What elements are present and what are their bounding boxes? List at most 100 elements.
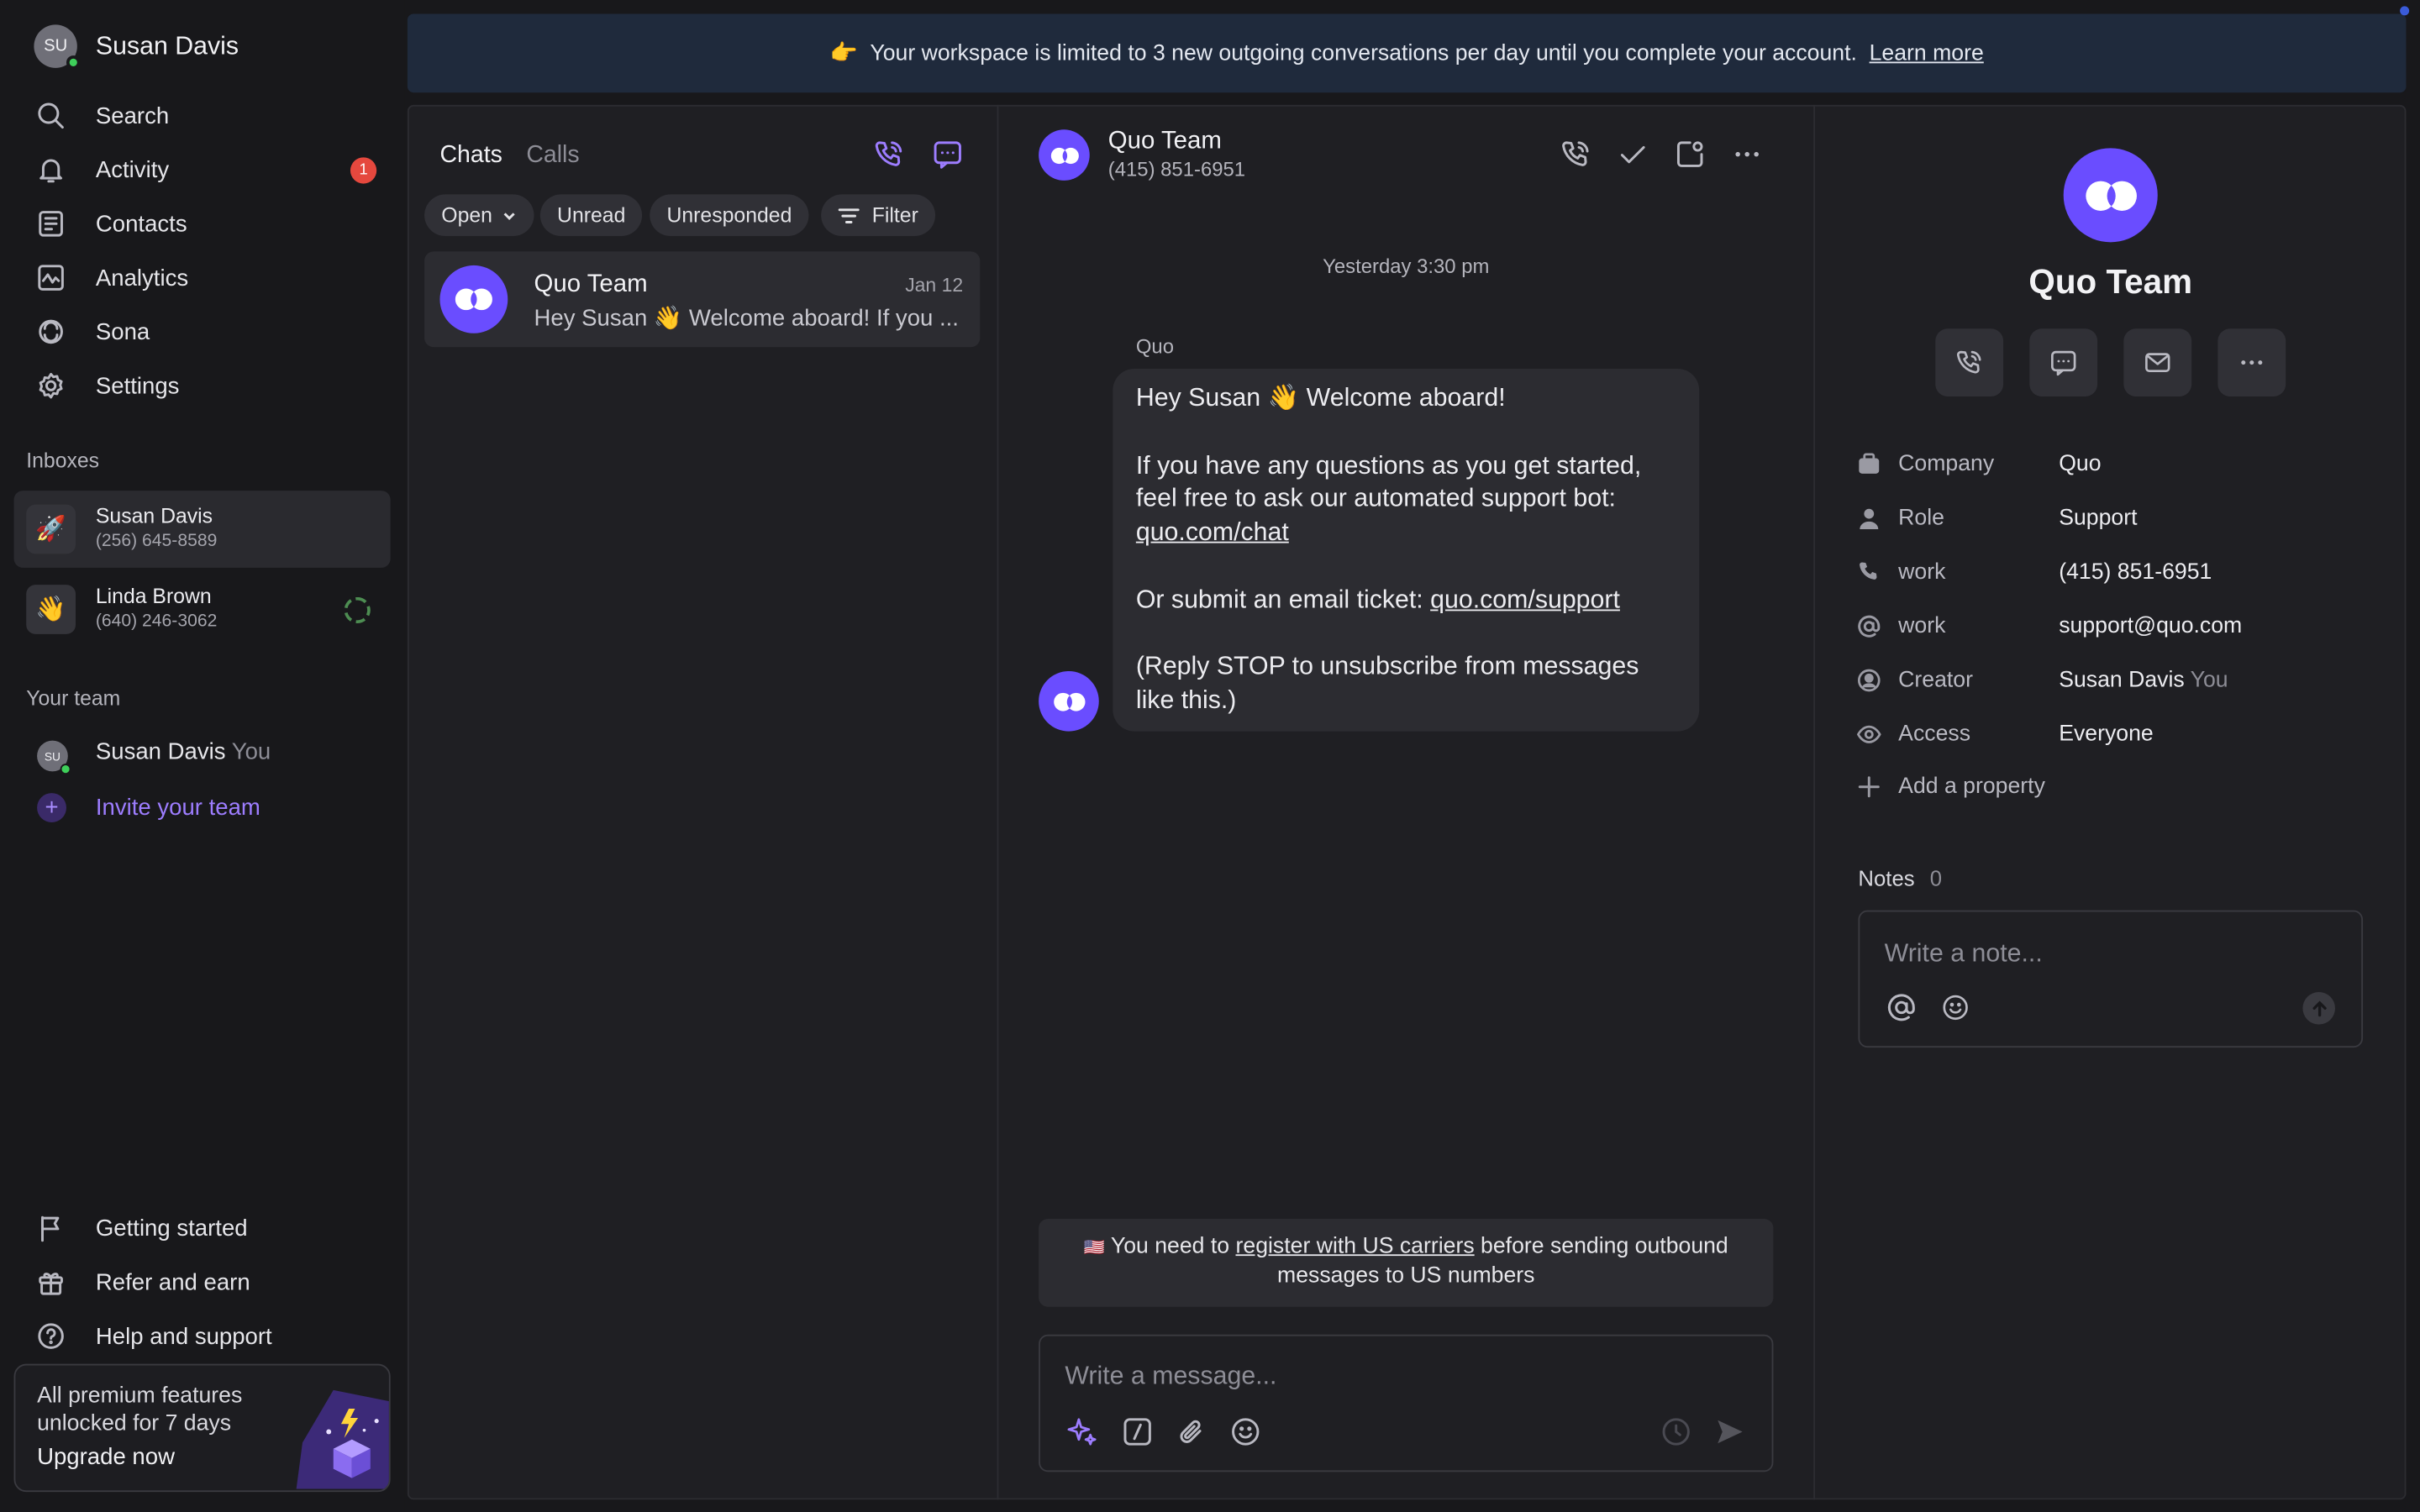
property-value[interactable]: Susan Davis You	[2059, 668, 2228, 692]
filter-icon	[838, 206, 860, 224]
message-input[interactable]	[1065, 1359, 1744, 1394]
new-message-icon[interactable]	[931, 137, 965, 171]
nav-item-help[interactable]: Help and support	[24, 1311, 382, 1361]
conversation-row[interactable]: Quo Team Jan 12 Hey Susan 👋 Welcome aboa…	[424, 251, 981, 348]
schedule-clock-icon[interactable]	[1659, 1415, 1692, 1448]
team-heading: Your team	[26, 686, 121, 710]
ai-sparkle-icon[interactable]	[1065, 1415, 1098, 1448]
note-input[interactable]	[1884, 936, 2333, 971]
us-flag-icon: 🇺🇸	[1083, 1238, 1105, 1257]
message-sender: Quo	[1135, 334, 1174, 359]
contact-email-button[interactable]	[2123, 328, 2192, 397]
plus-icon: +	[37, 793, 66, 822]
eye-icon	[1855, 722, 1883, 747]
message-text: Or submit an email ticket:	[1135, 585, 1423, 614]
notes-heading: Notes 0	[1858, 865, 1942, 890]
notification-badge: 1	[350, 157, 377, 184]
contact-call-button[interactable]	[1935, 328, 2004, 397]
inbox-phone: (256) 645-8589	[95, 532, 218, 551]
divider	[997, 104, 999, 1500]
support-ticket-link[interactable]: quo.com/support	[1430, 586, 1620, 614]
notes-label: Notes	[1858, 865, 1915, 890]
chat-contact-phone: (415) 851-6951	[1107, 157, 1246, 181]
message-line: Hey Susan 👋 Welcome aboard!	[1135, 384, 1506, 412]
contacts-icon	[24, 208, 76, 239]
message-icon	[2048, 347, 2079, 378]
property-value[interactable]: (415) 851-6951	[2059, 560, 2212, 585]
avatar-initials: SU	[44, 748, 61, 764]
more-options-icon[interactable]	[1730, 137, 1764, 171]
add-property-button[interactable]: Add a property	[1898, 774, 2045, 799]
nav-item-sona[interactable]: Sona	[24, 307, 382, 357]
loading-spinner	[344, 596, 371, 624]
filter-button[interactable]: Filter	[821, 194, 936, 237]
mention-icon[interactable]	[1886, 992, 1917, 1023]
property-value[interactable]: support@quo.com	[2059, 614, 2242, 638]
register-carriers-link[interactable]: register with US carriers	[1236, 1234, 1475, 1258]
attachment-icon[interactable]	[1175, 1415, 1208, 1448]
nav-item-getting-started[interactable]: Getting started	[24, 1204, 382, 1253]
checkmark-icon[interactable]	[1616, 137, 1649, 171]
nav-label: Refer and earn	[95, 1268, 250, 1295]
chat-contact-name[interactable]: Quo Team	[1108, 128, 1222, 155]
point-right-icon: 👉	[829, 41, 858, 66]
nav-label: Analytics	[95, 265, 189, 291]
divider	[1813, 104, 1816, 1500]
quo-logo-icon	[439, 265, 508, 333]
building-icon	[1855, 452, 1883, 476]
tab-chats[interactable]: Chats	[439, 142, 502, 170]
learn-more-link[interactable]: Learn more	[1870, 41, 1984, 66]
call-icon[interactable]	[1559, 137, 1592, 171]
you-tag: You	[231, 738, 271, 766]
filter-open-dropdown[interactable]: Open	[424, 194, 534, 237]
nav-item-refer-earn[interactable]: Refer and earn	[24, 1257, 382, 1307]
upgrade-now-button[interactable]: Upgrade now	[37, 1444, 175, 1470]
inbox-item[interactable]: 👋 Linda Brown (640) 246-3062	[14, 571, 391, 648]
contact-more-button[interactable]	[2217, 328, 2286, 397]
chat-support-link[interactable]: quo.com/chat	[1136, 518, 1289, 546]
send-icon[interactable]	[1713, 1415, 1747, 1448]
inbox-phone: (640) 246-3062	[95, 612, 218, 632]
property-value[interactable]: Support	[2059, 506, 2137, 530]
team-member[interactable]: Susan Davis You	[96, 739, 271, 765]
user-name[interactable]: Susan Davis	[96, 33, 239, 62]
conversation-date: Jan 12	[905, 274, 964, 297]
online-status-dot	[66, 55, 81, 70]
tab-calls[interactable]: Calls	[526, 142, 579, 170]
nav-item-analytics[interactable]: Analytics	[24, 253, 382, 302]
inbox-item[interactable]: 🚀 Susan Davis (256) 645-8589	[13, 491, 391, 568]
property-label: Company	[1898, 452, 1995, 477]
emoji-icon[interactable]	[1940, 992, 1971, 1023]
property-value[interactable]: Quo	[2059, 452, 2101, 476]
new-call-icon[interactable]	[872, 137, 906, 171]
conversation-preview: Hey Susan 👋 Welcome aboard! If you ...	[534, 305, 959, 332]
chip-label: Filter	[871, 203, 918, 228]
filter-unread[interactable]: Unread	[539, 194, 643, 237]
emoji-icon[interactable]	[1228, 1415, 1262, 1448]
snippet-icon[interactable]	[1120, 1415, 1154, 1448]
contact-message-button[interactable]	[2029, 328, 2098, 397]
upgrade-card[interactable]: All premium features unlocked for 7 days…	[13, 1363, 391, 1493]
inbox-name: Susan Davis	[95, 504, 213, 528]
rocket-icon: 🚀	[26, 504, 76, 554]
avatar[interactable]: SU	[34, 24, 81, 70]
nav-label: Getting started	[95, 1215, 248, 1242]
filter-unresponded[interactable]: Unresponded	[650, 194, 809, 237]
nav-item-settings[interactable]: Settings	[24, 361, 382, 411]
property-value[interactable]: Everyone	[2059, 722, 2154, 747]
nav-item-activity[interactable]: Activity 1	[24, 145, 382, 195]
banner-text: Your workspace is limited to 3 new outgo…	[870, 40, 1857, 66]
carrier-registration-notice: 🇺🇸 You need to register with US carriers…	[1039, 1219, 1774, 1307]
invite-team-link[interactable]: Invite your team	[96, 795, 260, 821]
nav-item-search[interactable]: Search	[24, 91, 382, 140]
nav-item-contacts[interactable]: Contacts	[24, 199, 382, 249]
contact-name[interactable]: Quo Team	[1815, 262, 2406, 302]
property-label: work	[1898, 559, 1946, 585]
sidebar-toggle-icon[interactable]	[1673, 137, 1707, 171]
notice-text: You need to	[1110, 1234, 1230, 1259]
person-icon	[1855, 506, 1883, 530]
quo-logo-icon	[1039, 670, 1099, 732]
submit-note-icon[interactable]	[2302, 992, 2335, 1025]
nav-label: Settings	[95, 372, 180, 399]
upgrade-text: All premium features unlocked for 7 days	[37, 1383, 243, 1436]
